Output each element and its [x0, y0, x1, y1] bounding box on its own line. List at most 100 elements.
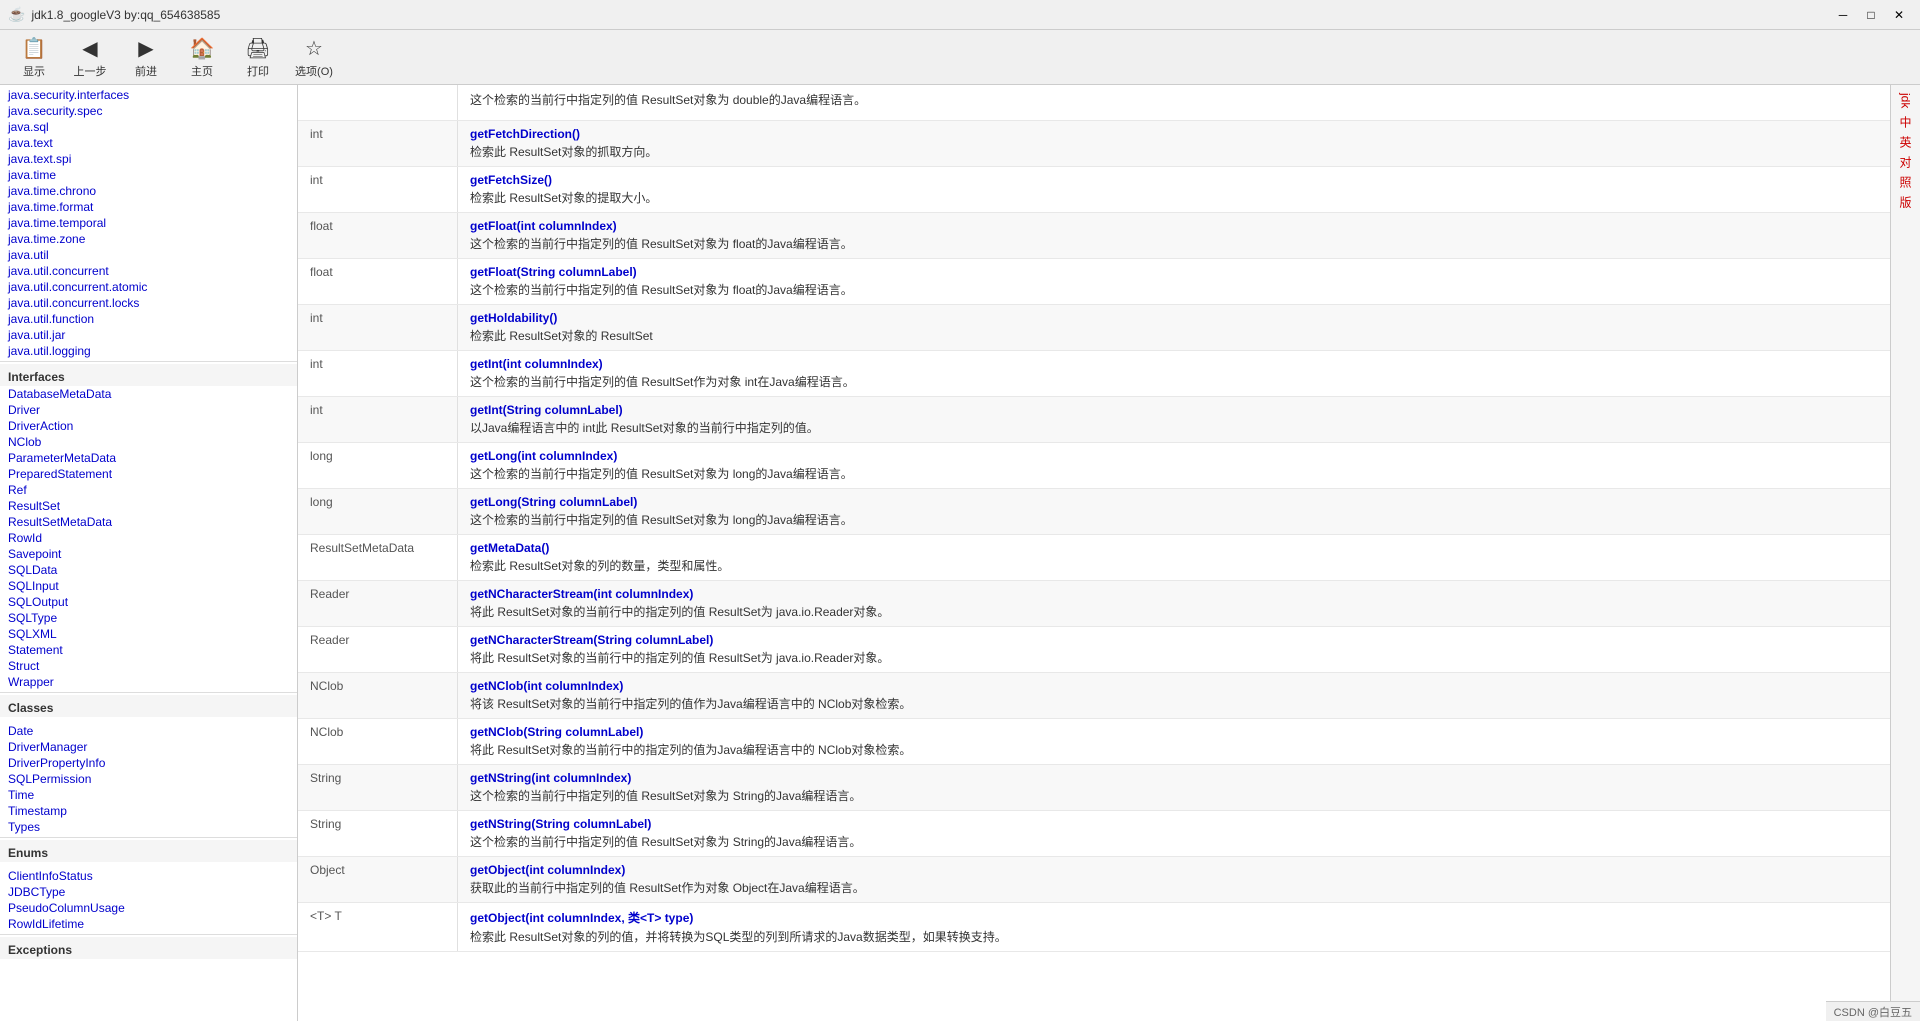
sidebar-item-java-util-concurrent-locks[interactable]: java.util.concurrent.locks — [0, 295, 297, 311]
sidebar-item-java-security-interfaces[interactable]: java.security.interfaces — [0, 87, 297, 103]
sidebar-item-java-time-zone[interactable]: java.time.zone — [0, 231, 297, 247]
method-name[interactable]: getFloat(int columnIndex) — [470, 219, 1878, 233]
print-icon: 🖨 — [245, 36, 270, 61]
restore-button[interactable]: □ — [1858, 5, 1884, 25]
minimize-button[interactable]: ─ — [1830, 5, 1856, 25]
sidebar-item-java-time-chrono[interactable]: java.time.chrono — [0, 183, 297, 199]
sidebar-item-Statement[interactable]: Statement — [0, 642, 297, 658]
right-panel-en[interactable]: 英 — [1895, 132, 1916, 152]
right-panel-compare[interactable]: 对 — [1895, 152, 1916, 172]
sidebar-item-ClientInfoStatus[interactable]: ClientInfoStatus — [0, 868, 297, 884]
sidebar-item-Struct[interactable]: Struct — [0, 658, 297, 674]
col-desc: getNString(String columnLabel) 这个检索的当前行中… — [458, 811, 1890, 856]
sidebar-item-Driver[interactable]: Driver — [0, 402, 297, 418]
method-name[interactable]: getFetchSize() — [470, 173, 1878, 187]
sidebar-item-SQLInput[interactable]: SQLInput — [0, 578, 297, 594]
toolbar-home[interactable]: 🏠 主页 — [176, 33, 228, 81]
right-panel-version[interactable]: 版 — [1895, 192, 1916, 212]
sidebar-item-java-util-concurrent[interactable]: java.util.concurrent — [0, 263, 297, 279]
sidebar-item-ResultSetMetaData[interactable]: ResultSetMetaData — [0, 514, 297, 530]
toolbar-back[interactable]: ◀ 上一步 — [64, 33, 116, 81]
toolbar-options[interactable]: ☆ 选项(O) — [288, 33, 340, 81]
sidebar-item-java-security-spec[interactable]: java.security.spec — [0, 103, 297, 119]
toolbar-print[interactable]: 🖨 打印 — [232, 33, 284, 81]
col-type: String — [298, 811, 458, 856]
method-name[interactable]: getNString(int columnIndex) — [470, 771, 1878, 785]
titlebar-controls: ─ □ ✕ — [1830, 5, 1912, 25]
method-name[interactable]: getInt(String columnLabel) — [470, 403, 1878, 417]
sidebar-item-java-util-concurrent-atomic[interactable]: java.util.concurrent.atomic — [0, 279, 297, 295]
sidebar-item-Types[interactable]: Types — [0, 819, 297, 835]
method-name[interactable]: getInt(int columnIndex) — [470, 357, 1878, 371]
return-type: long — [310, 449, 333, 463]
sidebar-item-Savepoint[interactable]: Savepoint — [0, 546, 297, 562]
sidebar-item-PseudoColumnUsage[interactable]: PseudoColumnUsage — [0, 900, 297, 916]
exceptions-header: Exceptions — [0, 937, 297, 959]
sidebar-item-DriverPropertyInfo[interactable]: DriverPropertyInfo — [0, 755, 297, 771]
sidebar-item-DriverManager[interactable]: DriverManager — [0, 739, 297, 755]
sidebar-item-java-text[interactable]: java.text — [0, 135, 297, 151]
sidebar-item-Timestamp[interactable]: Timestamp — [0, 803, 297, 819]
method-name[interactable]: getObject(int columnIndex, 类<T> type) — [470, 909, 1878, 926]
sidebar-item-NClob[interactable]: NClob — [0, 434, 297, 450]
right-panel-compare2[interactable]: 照 — [1895, 172, 1916, 192]
sidebar-item-Wrapper[interactable]: Wrapper — [0, 674, 297, 690]
sidebar-item-RowId[interactable]: RowId — [0, 530, 297, 546]
sidebar-item-java-sql[interactable]: java.sql — [0, 119, 297, 135]
right-panel-zh[interactable]: 中 — [1895, 112, 1916, 132]
method-name[interactable]: getLong(String columnLabel) — [470, 495, 1878, 509]
method-name[interactable]: getNClob(String columnLabel) — [470, 725, 1878, 739]
sidebar-item-ParameterMetaData[interactable]: ParameterMetaData — [0, 450, 297, 466]
sidebar-item-RowIdLifetime[interactable]: RowIdLifetime — [0, 916, 297, 932]
toolbar-back-label: 上一步 — [74, 63, 107, 79]
sidebar-item-SQLXML[interactable]: SQLXML — [0, 626, 297, 642]
sidebar-item-ResultSet[interactable]: ResultSet — [0, 498, 297, 514]
method-name[interactable]: getFloat(String columnLabel) — [470, 265, 1878, 279]
sidebar-item-java-text-spi[interactable]: java.text.spi — [0, 151, 297, 167]
col-desc: getInt(int columnIndex) 这个检索的当前行中指定列的值 R… — [458, 351, 1890, 396]
sidebar-item-DatabaseMetaData[interactable]: DatabaseMetaData — [0, 386, 297, 402]
col-type: int — [298, 351, 458, 396]
method-name[interactable]: getNCharacterStream(int columnIndex) — [470, 587, 1878, 601]
sidebar-item-Date[interactable]: Date — [0, 723, 297, 739]
content-area[interactable]: 这个检索的当前行中指定列的值 ResultSet对象为 double的Java编… — [298, 85, 1890, 1021]
toolbar-forward[interactable]: ▶ 前进 — [120, 33, 172, 81]
sidebar-item-java-time-temporal[interactable]: java.time.temporal — [0, 215, 297, 231]
sidebar-item-Time[interactable]: Time — [0, 787, 297, 803]
method-desc: 以Java编程语言中的 int此 ResultSet对象的当前行中指定列的值。 — [470, 419, 1878, 436]
sidebar-item-SQLData[interactable]: SQLData — [0, 562, 297, 578]
method-name[interactable]: getHoldability() — [470, 311, 1878, 325]
method-name[interactable]: getFetchDirection() — [470, 127, 1878, 141]
method-name[interactable]: getNCharacterStream(String columnLabel) — [470, 633, 1878, 647]
sidebar-item-java-util-jar[interactable]: java.util.jar — [0, 327, 297, 343]
sidebar-item-JDBCType[interactable]: JDBCType — [0, 884, 297, 900]
sidebar-item-SQLType[interactable]: SQLType — [0, 610, 297, 626]
table-row: int getFetchSize() 检索此 ResultSet对象的提取大小。 — [298, 167, 1890, 213]
right-panel-jdk[interactable]: jdk — [1897, 89, 1915, 112]
sidebar-item-SQLOutput[interactable]: SQLOutput — [0, 594, 297, 610]
toolbar-display[interactable]: 📋 显示 — [8, 33, 60, 81]
sidebar-item-java-util[interactable]: java.util — [0, 247, 297, 263]
toolbar-print-label: 打印 — [247, 63, 269, 79]
method-name[interactable]: getNString(String columnLabel) — [470, 817, 1878, 831]
sidebar-item-java-time-format[interactable]: java.time.format — [0, 199, 297, 215]
toolbar-display-label: 显示 — [23, 63, 45, 79]
sidebar-item-Ref[interactable]: Ref — [0, 482, 297, 498]
sidebar-item-java-time[interactable]: java.time — [0, 167, 297, 183]
method-desc: 这个检索的当前行中指定列的值 ResultSet作为对象 int在Java编程语… — [470, 373, 1878, 390]
method-name[interactable]: getLong(int columnIndex) — [470, 449, 1878, 463]
sidebar-divider-4 — [0, 934, 297, 935]
sidebar-item-PreparedStatement[interactable]: PreparedStatement — [0, 466, 297, 482]
method-name[interactable]: getMetaData() — [470, 541, 1878, 555]
close-button[interactable]: ✕ — [1886, 5, 1912, 25]
sidebar-item-SQLPermission[interactable]: SQLPermission — [0, 771, 297, 787]
col-desc: getLong(int columnIndex) 这个检索的当前行中指定列的值 … — [458, 443, 1890, 488]
method-name[interactable]: getObject(int columnIndex) — [470, 863, 1878, 877]
sidebar-item-java-util-function[interactable]: java.util.function — [0, 311, 297, 327]
method-name[interactable]: getNClob(int columnIndex) — [470, 679, 1878, 693]
sidebar-item-DriverAction[interactable]: DriverAction — [0, 418, 297, 434]
sidebar-content[interactable]: java.security.interfaces java.security.s… — [0, 85, 297, 1021]
back-icon: ◀ — [82, 36, 97, 61]
return-type: String — [310, 771, 341, 785]
sidebar-item-java-util-logging[interactable]: java.util.logging — [0, 343, 297, 359]
